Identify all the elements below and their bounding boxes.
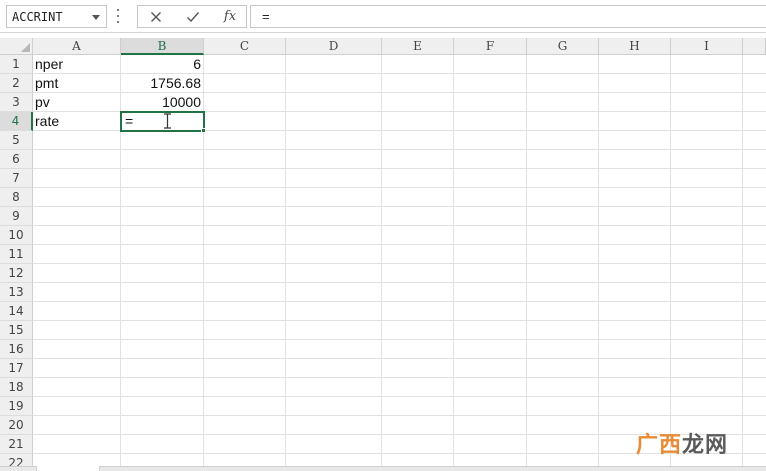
cell-a1[interactable]: nper [33,55,120,74]
column-header-d[interactable]: D [286,38,382,55]
gridline [742,55,743,471]
gridline [526,55,527,471]
gridline [381,55,382,471]
row-header[interactable]: 11 [0,245,33,264]
gridline [453,55,454,471]
row-header[interactable]: 15 [0,321,33,340]
close-icon[interactable] [140,6,172,27]
column-header-b[interactable]: B [121,38,204,55]
watermark-part-1: 广西 [636,433,683,458]
column-header-j[interactable] [743,38,766,55]
row-header[interactable]: 13 [0,283,33,302]
column-header-h[interactable]: H [599,38,671,55]
row-header[interactable]: 7 [0,169,33,188]
check-icon[interactable] [177,6,209,27]
column-header-i[interactable]: I [671,38,743,55]
sheet-tab[interactable] [36,466,100,471]
column-header-a[interactable]: A [33,38,121,55]
cell-a3[interactable]: pv [33,93,120,112]
gridline [670,55,671,471]
row-header[interactable]: 9 [0,207,33,226]
gridline [598,55,599,471]
column-header-c[interactable]: C [204,38,286,55]
cell-b2[interactable]: 1756.68 [121,74,203,93]
watermark: 广西 龙网 [636,429,742,458]
text-cursor-icon [164,113,171,129]
select-all-button[interactable] [0,38,33,55]
watermark-part-2: 龙网 [682,433,729,458]
row-header[interactable]: 1 [0,55,33,74]
formula-buttons: fx [137,5,247,28]
row-header[interactable]: 8 [0,188,33,207]
row-header[interactable]: 20 [0,416,33,435]
column-header-g[interactable]: G [527,38,599,55]
cell-area[interactable]: nper 6 pmt 1756.68 pv 10000 rate = [33,55,766,471]
function-icon[interactable]: fx [214,6,246,27]
row-header[interactable]: 17 [0,359,33,378]
formula-input[interactable]: = [250,5,766,28]
name-box-value[interactable]: ACCRINT [12,10,63,24]
gridline [285,55,286,471]
name-box[interactable]: ACCRINT [6,5,107,28]
insert-function-label[interactable]: fx [224,9,236,24]
more-options-icon[interactable] [116,9,120,23]
cell-b3[interactable]: 10000 [121,93,203,112]
column-headers: A B C D E F G H I [33,38,766,55]
cell-b1[interactable]: 6 [121,55,203,74]
row-header[interactable]: 18 [0,378,33,397]
fill-handle[interactable] [201,128,206,133]
row-header[interactable]: 2 [0,74,33,93]
column-header-e[interactable]: E [382,38,454,55]
row-header[interactable]: 10 [0,226,33,245]
worksheet-grid: A B C D E F G H I 1 2 3 4 5 6 7 8 9 10 1… [0,38,766,471]
chevron-down-icon[interactable] [92,15,100,20]
row-header-selected[interactable]: 4 [0,112,33,131]
row-header[interactable]: 19 [0,397,33,416]
row-header[interactable]: 21 [0,435,33,454]
row-header[interactable]: 3 [0,93,33,112]
formula-bar: ACCRINT fx = [0,0,766,33]
row-header[interactable]: 16 [0,340,33,359]
select-all-icon[interactable] [21,43,30,52]
row-header[interactable]: 12 [0,264,33,283]
sheet-tab-bar [0,466,766,471]
cell-a4[interactable]: rate [33,112,120,131]
row-header[interactable]: 5 [0,131,33,150]
column-header-f[interactable]: F [454,38,527,55]
cell-a2[interactable]: pmt [33,74,120,93]
row-header[interactable]: 6 [0,150,33,169]
row-header[interactable]: 14 [0,302,33,321]
